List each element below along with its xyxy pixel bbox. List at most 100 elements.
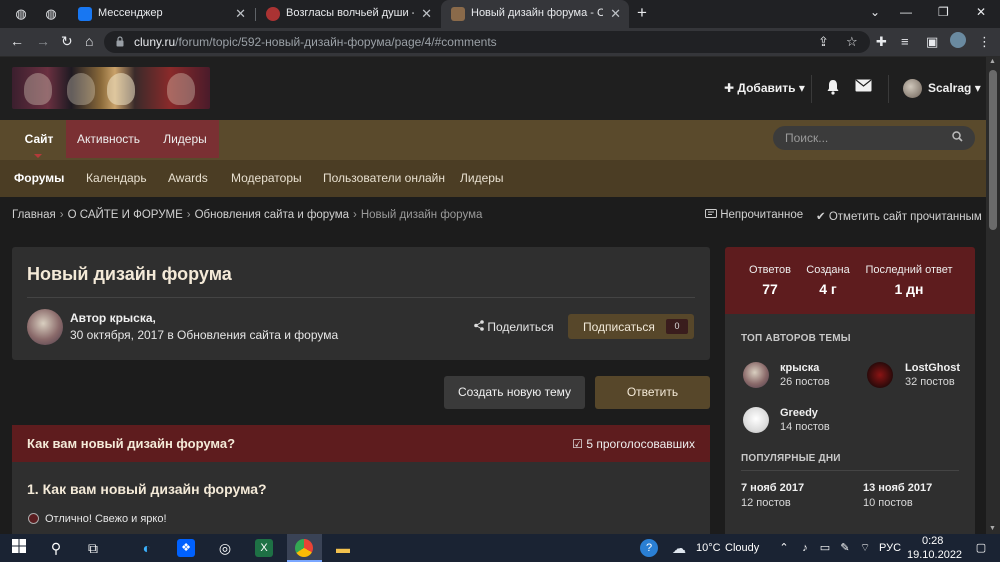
scroll-down-icon[interactable]: ▼ bbox=[989, 525, 996, 532]
tab-close-icon[interactable]: ✕ bbox=[421, 6, 432, 22]
top-author-posts: 26 постов bbox=[780, 376, 830, 388]
username: Scalrag bbox=[928, 81, 972, 95]
network-icon[interactable]: ⌔ bbox=[856, 539, 874, 557]
share-page-icon[interactable]: ⇪ bbox=[818, 34, 829, 50]
subnav-online-users[interactable]: Пользователи онлайн bbox=[323, 171, 445, 185]
weather-condition[interactable]: Cloudy bbox=[725, 542, 759, 554]
battery-icon[interactable]: ▭ bbox=[816, 539, 834, 557]
close-window-icon[interactable]: ✕ bbox=[976, 5, 986, 19]
top-author-name[interactable]: Greedy bbox=[780, 407, 818, 419]
nav-site[interactable]: Сайт bbox=[12, 120, 66, 158]
popular-day-date[interactable]: 7 нояб 2017 bbox=[741, 482, 804, 494]
address-bar[interactable]: cluny.ru/forum/topic/592-новый-дизайн-фо… bbox=[104, 31, 870, 53]
author-avatar[interactable] bbox=[867, 362, 893, 388]
user-avatar[interactable] bbox=[903, 79, 922, 98]
breadcrumb-section[interactable]: О САЙТЕ И ФОРУМЕ bbox=[68, 209, 183, 221]
subnav-awards[interactable]: Awards bbox=[168, 171, 208, 185]
minimize-icon[interactable]: — bbox=[900, 5, 912, 19]
side-panel-icon[interactable]: ▣ bbox=[926, 34, 938, 50]
home-icon[interactable]: ⌂ bbox=[85, 33, 93, 49]
windows-start-icon[interactable] bbox=[10, 539, 28, 557]
poll-body: 1. Как вам новый дизайн форума? Отлично!… bbox=[12, 462, 710, 534]
back-icon[interactable]: ← bbox=[10, 33, 24, 49]
browser-menu-icon[interactable]: ⋮ bbox=[978, 34, 991, 50]
subnav-leaders[interactable]: Лидеры bbox=[460, 171, 504, 185]
media-queue-icon[interactable]: ≡ bbox=[901, 34, 909, 49]
nav-activity[interactable]: Активность bbox=[66, 120, 151, 158]
tab-close-icon[interactable]: ✕ bbox=[235, 6, 246, 22]
banner-figure bbox=[107, 73, 135, 105]
author-avatar[interactable] bbox=[743, 362, 769, 388]
secondary-nav: Форумы Календарь Awards Модераторы Польз… bbox=[0, 160, 1000, 197]
mark-site-read-link[interactable]: ✔ Отметить сайт прочитанным bbox=[816, 209, 982, 223]
weather-temp[interactable]: 10°C bbox=[696, 542, 721, 554]
tab-new-forum-design[interactable]: Новый дизайн форума - Страница ✕ bbox=[441, 0, 629, 28]
tab-search-icon[interactable]: ⌄ bbox=[870, 5, 880, 19]
dropbox-icon[interactable]: ❖ bbox=[177, 539, 195, 557]
pen-icon[interactable]: ✎ bbox=[836, 539, 854, 557]
speaker-icon[interactable]: ♪ bbox=[796, 539, 814, 557]
page-title: Новый дизайн форума bbox=[27, 264, 232, 284]
scroll-thumb[interactable] bbox=[989, 70, 997, 230]
excel-icon[interactable]: X bbox=[255, 539, 273, 557]
create-topic-button[interactable]: Создать новую тему bbox=[444, 376, 585, 409]
poll-option[interactable]: Отлично! Свежо и ярко! bbox=[28, 513, 167, 525]
profile-avatar-icon[interactable] bbox=[950, 32, 966, 48]
subnav-forums[interactable]: Форумы bbox=[14, 171, 64, 185]
new-tab-button[interactable]: + bbox=[637, 3, 647, 23]
tab-close-icon[interactable]: ✕ bbox=[610, 6, 621, 22]
bookmark-star-icon[interactable]: ☆ bbox=[846, 34, 858, 50]
radio-button[interactable] bbox=[28, 513, 39, 524]
subnav-moderators[interactable]: Модераторы bbox=[231, 171, 302, 185]
topic-stats: Ответов 77 Создана 4 г Последний ответ 1… bbox=[725, 247, 975, 314]
notifications-icon[interactable]: ▢ bbox=[972, 539, 990, 557]
author-avatar[interactable] bbox=[27, 309, 63, 345]
subscribe-button[interactable]: Подписаться 0 bbox=[568, 314, 694, 339]
breadcrumb-home[interactable]: Главная bbox=[12, 209, 56, 221]
banner-figure bbox=[67, 73, 95, 105]
browser-toolbar: ← → ↻ ⌂ cluny.ru/forum/topic/592-новый-д… bbox=[0, 28, 1000, 56]
forward-icon[interactable]: → bbox=[36, 33, 50, 49]
restore-icon[interactable]: ❐ bbox=[938, 5, 949, 19]
user-menu-button[interactable]: Scalrag ▾ bbox=[928, 81, 981, 95]
globe-icon[interactable]: ◍ bbox=[42, 5, 60, 23]
top-author-name[interactable]: крыска bbox=[780, 362, 819, 374]
file-explorer-icon[interactable]: ▬ bbox=[334, 539, 352, 557]
help-icon[interactable]: ? bbox=[640, 539, 658, 557]
author-name[interactable]: Автор крыска, bbox=[70, 311, 156, 325]
scroll-up-icon[interactable]: ▲ bbox=[989, 58, 996, 65]
share-button[interactable]: Поделиться bbox=[474, 320, 554, 334]
language-indicator[interactable]: РУС bbox=[879, 542, 901, 554]
unread-link[interactable]: Непрочитанное bbox=[705, 209, 803, 221]
globe-icon[interactable]: ◍ bbox=[12, 5, 30, 23]
messages-envelope-icon[interactable] bbox=[855, 79, 872, 96]
notifications-bell-icon[interactable] bbox=[826, 79, 840, 99]
stat-label: Создана bbox=[806, 264, 850, 276]
site-logo-banner[interactable] bbox=[12, 67, 210, 109]
add-menu-button[interactable]: ✚ Добавить ▾ bbox=[724, 81, 805, 95]
popular-day-date[interactable]: 13 нояб 2017 bbox=[863, 482, 932, 494]
top-author-name[interactable]: LostGhost bbox=[905, 362, 960, 374]
steam-icon[interactable]: ◎ bbox=[216, 539, 234, 557]
clock-time[interactable]: 0:28 bbox=[922, 535, 943, 547]
chrome-icon[interactable] bbox=[295, 539, 313, 557]
reload-icon[interactable]: ↻ bbox=[61, 33, 73, 50]
tab-wolf-soul[interactable]: Возгласы волчьей души - Страница ✕ bbox=[256, 0, 440, 28]
page-scrollbar[interactable]: ▲ ▼ bbox=[986, 56, 1000, 534]
search-input[interactable]: Поиск... bbox=[773, 126, 975, 150]
nav-leaders[interactable]: Лидеры bbox=[151, 120, 219, 158]
edge-icon[interactable]: ◐ bbox=[138, 539, 156, 557]
extensions-puzzle-icon[interactable]: ✚ bbox=[876, 34, 887, 50]
clock-date[interactable]: 19.10.2022 bbox=[907, 549, 962, 561]
reply-button[interactable]: Ответить bbox=[595, 376, 710, 409]
breadcrumb-forum[interactable]: Обновления сайта и форума bbox=[195, 209, 349, 221]
tray-chevron-icon[interactable]: ⌃ bbox=[775, 539, 793, 557]
search-icon[interactable] bbox=[952, 131, 963, 145]
task-view-icon[interactable]: ⧉ bbox=[84, 539, 102, 557]
author-avatar[interactable] bbox=[743, 407, 769, 433]
search-icon[interactable]: ⚲ bbox=[47, 539, 65, 557]
tab-messenger[interactable]: Мессенджер ✕ bbox=[68, 0, 254, 28]
url-path: /forum/topic/592-новый-дизайн-форума/pag… bbox=[175, 35, 497, 49]
subnav-calendar[interactable]: Календарь bbox=[86, 171, 147, 185]
poll-title: Как вам новый дизайн форума? bbox=[27, 436, 236, 451]
